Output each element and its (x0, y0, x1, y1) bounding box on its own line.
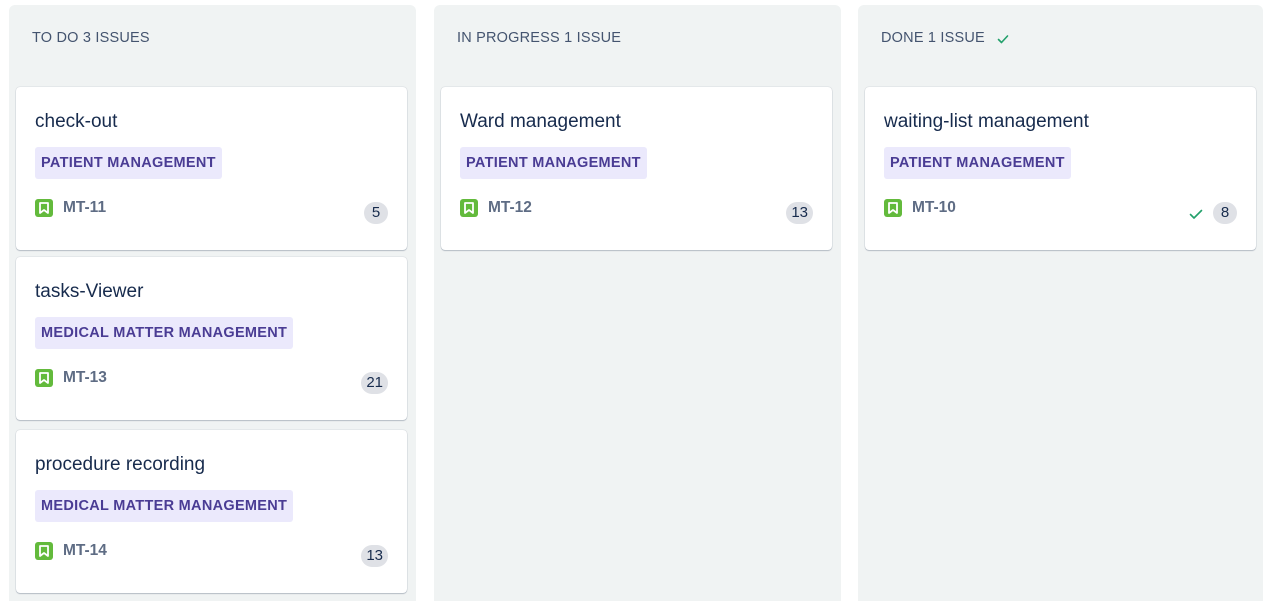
issue-key[interactable]: MT-10 (912, 199, 956, 217)
column-header: IN PROGRESS 1 ISSUE (457, 30, 621, 46)
story-points-badge: 8 (1213, 202, 1237, 224)
issue-card[interactable]: check-out PATIENT MANAGEMENT MT-11 5 (16, 87, 407, 250)
epic-lozenge: MEDICAL MATTER MANAGEMENT (35, 490, 294, 522)
issue-card[interactable]: procedure recording MEDICAL MATTER MANAG… (16, 430, 407, 593)
card-meta: 8 (1189, 202, 1237, 224)
column-title: TO DO 3 ISSUES (32, 30, 150, 46)
issue-key[interactable]: MT-14 (63, 542, 107, 560)
epic-lozenge: PATIENT MANAGEMENT (884, 147, 1071, 179)
story-icon (460, 199, 478, 217)
story-icon (35, 369, 53, 387)
epic-lozenge: MEDICAL MATTER MANAGEMENT (35, 317, 294, 349)
column-in-progress: IN PROGRESS 1 ISSUE Ward management PATI… (434, 5, 841, 601)
issue-card[interactable]: waiting-list management PATIENT MANAGEME… (865, 87, 1256, 250)
checkmark-icon (997, 33, 1009, 45)
kanban-board: TO DO 3 ISSUES check-out PATIENT MANAGEM… (0, 0, 1263, 601)
story-points-badge: 13 (361, 545, 388, 567)
issue-key-row: MT-12 (460, 199, 532, 217)
story-icon (35, 199, 53, 217)
story-icon (35, 542, 53, 560)
issue-key-row: MT-13 (35, 369, 107, 387)
issue-summary: waiting-list management (884, 111, 1089, 132)
issue-summary: check-out (35, 111, 118, 132)
issue-key[interactable]: MT-11 (63, 199, 106, 217)
issue-card[interactable]: tasks-Viewer MEDICAL MATTER MANAGEMENT M… (16, 257, 407, 420)
issue-summary: procedure recording (35, 454, 206, 475)
issue-key-row: MT-14 (35, 542, 107, 560)
card-meta: 13 (786, 202, 813, 224)
epic-lozenge: PATIENT MANAGEMENT (35, 147, 222, 179)
issue-key-row: MT-11 (35, 199, 106, 217)
column-header: TO DO 3 ISSUES (32, 30, 150, 46)
story-points-badge: 13 (786, 202, 813, 224)
column-title: IN PROGRESS 1 ISSUE (457, 30, 622, 46)
issue-key-row: MT-10 (884, 199, 956, 217)
story-points-badge: 21 (361, 372, 388, 394)
issue-summary: tasks-Viewer (35, 281, 144, 302)
card-meta: 5 (364, 202, 388, 224)
story-points-badge: 5 (364, 202, 388, 224)
epic-lozenge: PATIENT MANAGEMENT (460, 147, 647, 179)
card-meta: 21 (361, 372, 388, 394)
card-meta: 13 (361, 545, 388, 567)
issue-key[interactable]: MT-13 (63, 369, 107, 387)
column-todo: TO DO 3 ISSUES check-out PATIENT MANAGEM… (9, 5, 416, 601)
checkmark-icon (1189, 207, 1203, 219)
issue-key[interactable]: MT-12 (488, 199, 532, 217)
column-header: DONE 1 ISSUE (881, 30, 1009, 46)
column-done: DONE 1 ISSUE waiting-list management PAT… (858, 5, 1263, 601)
issue-card[interactable]: Ward management PATIENT MANAGEMENT MT-12… (441, 87, 832, 250)
column-title: DONE 1 ISSUE (881, 30, 985, 46)
issue-summary: Ward management (460, 111, 621, 132)
story-icon (884, 199, 902, 217)
